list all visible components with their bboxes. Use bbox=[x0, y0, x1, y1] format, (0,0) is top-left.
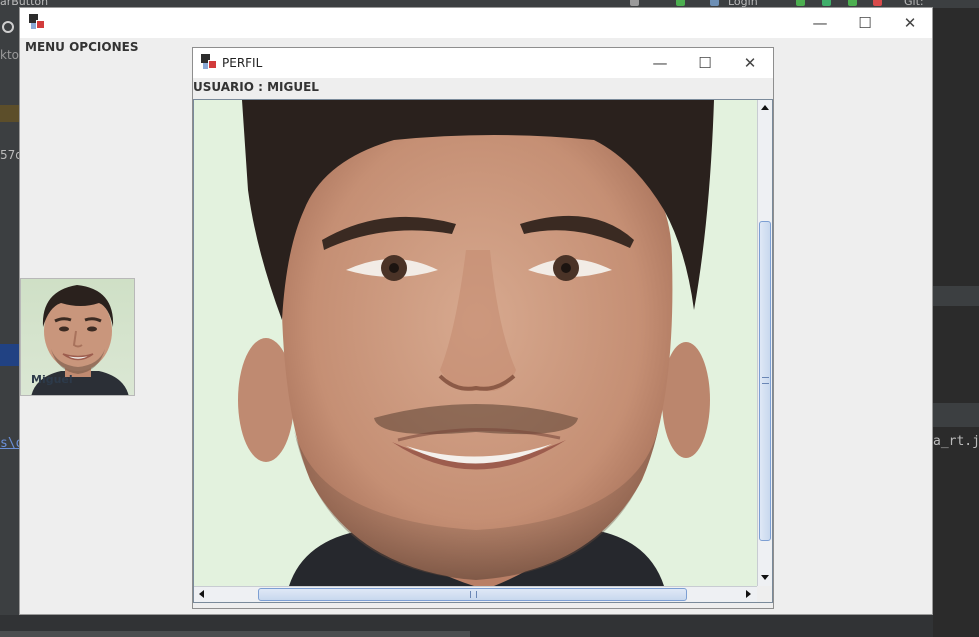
ide-right-panel bbox=[933, 8, 979, 637]
minimize-button[interactable]: — bbox=[637, 48, 683, 78]
ide-panel-header bbox=[933, 286, 979, 306]
ide-left-text: 57d bbox=[0, 148, 19, 162]
profile-photo bbox=[194, 100, 757, 586]
horizontal-scroll-thumb[interactable] bbox=[258, 588, 687, 601]
device-icon[interactable] bbox=[710, 0, 719, 6]
ide-selection bbox=[0, 344, 19, 366]
run-icon[interactable] bbox=[676, 0, 685, 6]
close-button[interactable]: ✕ bbox=[887, 8, 933, 38]
profile-window-titlebar[interactable]: PERFIL — ☐ ✕ bbox=[193, 48, 773, 78]
coverage-icon[interactable] bbox=[848, 0, 857, 6]
scroll-up-icon[interactable] bbox=[761, 105, 769, 110]
java-app-icon bbox=[29, 14, 45, 30]
ide-left-panel: kto 57d s\o bbox=[0, 8, 19, 637]
profile-icon[interactable] bbox=[822, 0, 831, 6]
scroll-left-icon[interactable] bbox=[199, 590, 204, 598]
java-app-icon bbox=[201, 54, 217, 70]
ide-left-link[interactable]: s\o bbox=[0, 436, 19, 451]
scroll-corner bbox=[757, 586, 772, 602]
maximize-button[interactable]: ☐ bbox=[682, 48, 728, 78]
close-button[interactable]: ✕ bbox=[727, 48, 773, 78]
horizontal-scrollbar[interactable] bbox=[194, 586, 757, 602]
ide-right-text: a_rt.j bbox=[933, 434, 979, 449]
maximize-button[interactable]: ☐ bbox=[842, 8, 888, 38]
debug-icon[interactable] bbox=[796, 0, 805, 6]
profile-window-title: PERFIL bbox=[222, 56, 263, 70]
menu-opciones[interactable]: MENU OPCIONES bbox=[25, 40, 138, 54]
profile-window: PERFIL — ☐ ✕ USUARIO : MIGUEL bbox=[192, 47, 774, 609]
build-icon[interactable] bbox=[630, 0, 639, 6]
ide-panel-header bbox=[933, 403, 979, 427]
ide-bottom-scroll bbox=[0, 631, 470, 637]
face-photo bbox=[194, 100, 757, 586]
grip-icon bbox=[470, 591, 477, 598]
user-label: USUARIO : MIGUEL bbox=[193, 80, 319, 94]
profile-thumbnail[interactable]: Miguel bbox=[20, 278, 135, 396]
ide-highlight bbox=[0, 105, 19, 122]
ide-left-text: kto bbox=[0, 48, 19, 62]
vertical-scrollbar[interactable] bbox=[757, 100, 772, 586]
target-icon[interactable] bbox=[2, 21, 14, 33]
scroll-down-icon[interactable] bbox=[761, 575, 769, 580]
thumbnail-name: Miguel bbox=[31, 373, 73, 386]
photo-scroll-pane[interactable] bbox=[193, 99, 773, 603]
stop-icon[interactable] bbox=[873, 0, 882, 6]
scroll-right-icon[interactable] bbox=[746, 590, 751, 598]
main-window-titlebar[interactable]: — ☐ ✕ bbox=[20, 8, 932, 38]
minimize-button[interactable]: — bbox=[797, 8, 843, 38]
grip-icon bbox=[762, 377, 769, 384]
vertical-scroll-thumb[interactable] bbox=[759, 221, 771, 541]
